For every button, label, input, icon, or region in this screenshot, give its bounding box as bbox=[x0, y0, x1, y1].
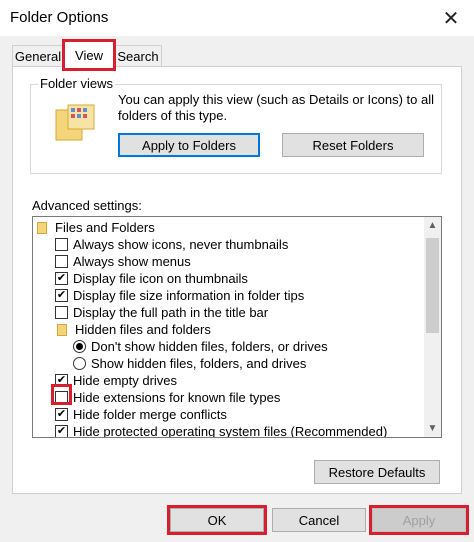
option-display-full-path[interactable]: Display the full path in the title bar bbox=[55, 304, 268, 321]
checkbox-unchecked[interactable] bbox=[55, 238, 68, 251]
title-bar: Folder Options ✕ bbox=[0, 0, 474, 36]
tree-item-hidden-files: Hidden files and folders bbox=[57, 321, 211, 338]
option-label: Hide folder merge conflicts bbox=[73, 407, 227, 422]
option-label: Don't show hidden files, folders, or dri… bbox=[91, 339, 328, 354]
option-hide-protected-files[interactable]: ✔ Hide protected operating system files … bbox=[55, 423, 388, 438]
checkbox-unchecked[interactable] bbox=[55, 255, 68, 268]
option-label: Show hidden files, folders, and drives bbox=[91, 356, 307, 371]
checkbox-checked[interactable]: ✔ bbox=[55, 425, 68, 437]
option-label: Always show icons, never thumbnails bbox=[73, 237, 289, 252]
ok-button[interactable]: OK bbox=[170, 508, 264, 532]
option-hide-empty-drives[interactable]: ✔ Hide empty drives bbox=[55, 372, 177, 389]
option-label: Display file icon on thumbnails bbox=[73, 271, 248, 286]
option-label: Hide extensions for known file types bbox=[73, 390, 281, 405]
restore-defaults-button[interactable]: Restore Defaults bbox=[314, 460, 440, 484]
apply-to-folders-button[interactable]: Apply to Folders bbox=[118, 133, 260, 157]
checkbox-unchecked[interactable] bbox=[55, 391, 68, 404]
radio-unselected[interactable] bbox=[73, 357, 86, 370]
advanced-settings-label: Advanced settings: bbox=[32, 198, 142, 213]
checkbox-checked[interactable]: ✔ bbox=[55, 374, 68, 387]
cancel-button[interactable]: Cancel bbox=[272, 508, 366, 532]
option-dont-show-hidden[interactable]: Don't show hidden files, folders, or dri… bbox=[73, 338, 328, 355]
option-label: Hide empty drives bbox=[73, 373, 178, 388]
checkbox-checked[interactable]: ✔ bbox=[55, 289, 68, 302]
option-label: Display file size information in folder … bbox=[73, 288, 305, 303]
folder-views-label: Folder views bbox=[38, 76, 115, 91]
option-display-file-icon[interactable]: ✔ Display file icon on thumbnails bbox=[55, 270, 248, 287]
tree-item-files-and-folders: Files and Folders bbox=[37, 219, 155, 236]
scroll-up-icon[interactable]: ▲ bbox=[424, 217, 441, 234]
option-hide-extensions[interactable]: Hide extensions for known file types bbox=[55, 389, 280, 406]
tab-search[interactable]: Search bbox=[114, 45, 162, 67]
option-hide-merge-conflicts[interactable]: ✔ Hide folder merge conflicts bbox=[55, 406, 227, 423]
option-display-file-size[interactable]: ✔ Display file size information in folde… bbox=[55, 287, 304, 304]
scroll-down-icon[interactable]: ▼ bbox=[424, 420, 441, 437]
option-label: Hide protected operating system files (R… bbox=[73, 424, 388, 438]
folder-icon bbox=[57, 323, 67, 336]
option-always-show-menus[interactable]: Always show menus bbox=[55, 253, 191, 270]
checkbox-unchecked[interactable] bbox=[55, 306, 68, 319]
window-title: Folder Options bbox=[10, 9, 109, 26]
folder-views-icon bbox=[54, 102, 96, 142]
checkbox-checked[interactable]: ✔ bbox=[55, 408, 68, 421]
tree-item-label: Hidden files and folders bbox=[75, 322, 211, 337]
advanced-settings-tree[interactable]: Files and Folders Always show icons, nev… bbox=[32, 216, 442, 438]
tab-general[interactable]: General bbox=[12, 45, 64, 67]
vertical-scrollbar[interactable]: ▲ ▼ bbox=[424, 217, 441, 437]
folder-views-description: You can apply this view (such as Details… bbox=[118, 92, 435, 123]
close-icon[interactable]: ✕ bbox=[428, 0, 474, 36]
option-show-hidden[interactable]: Show hidden files, folders, and drives bbox=[73, 355, 306, 372]
folder-icon bbox=[37, 221, 47, 234]
option-label: Display the full path in the title bar bbox=[73, 305, 269, 320]
tab-view[interactable]: View bbox=[62, 39, 116, 71]
tree-item-label: Files and Folders bbox=[55, 220, 155, 235]
radio-selected[interactable] bbox=[73, 340, 86, 353]
reset-folders-button[interactable]: Reset Folders bbox=[282, 133, 424, 157]
scroll-thumb[interactable] bbox=[426, 238, 439, 333]
option-always-show-icons[interactable]: Always show icons, never thumbnails bbox=[55, 236, 288, 253]
option-label: Always show menus bbox=[73, 254, 191, 269]
checkbox-checked[interactable]: ✔ bbox=[55, 272, 68, 285]
apply-button[interactable]: Apply bbox=[372, 508, 466, 532]
